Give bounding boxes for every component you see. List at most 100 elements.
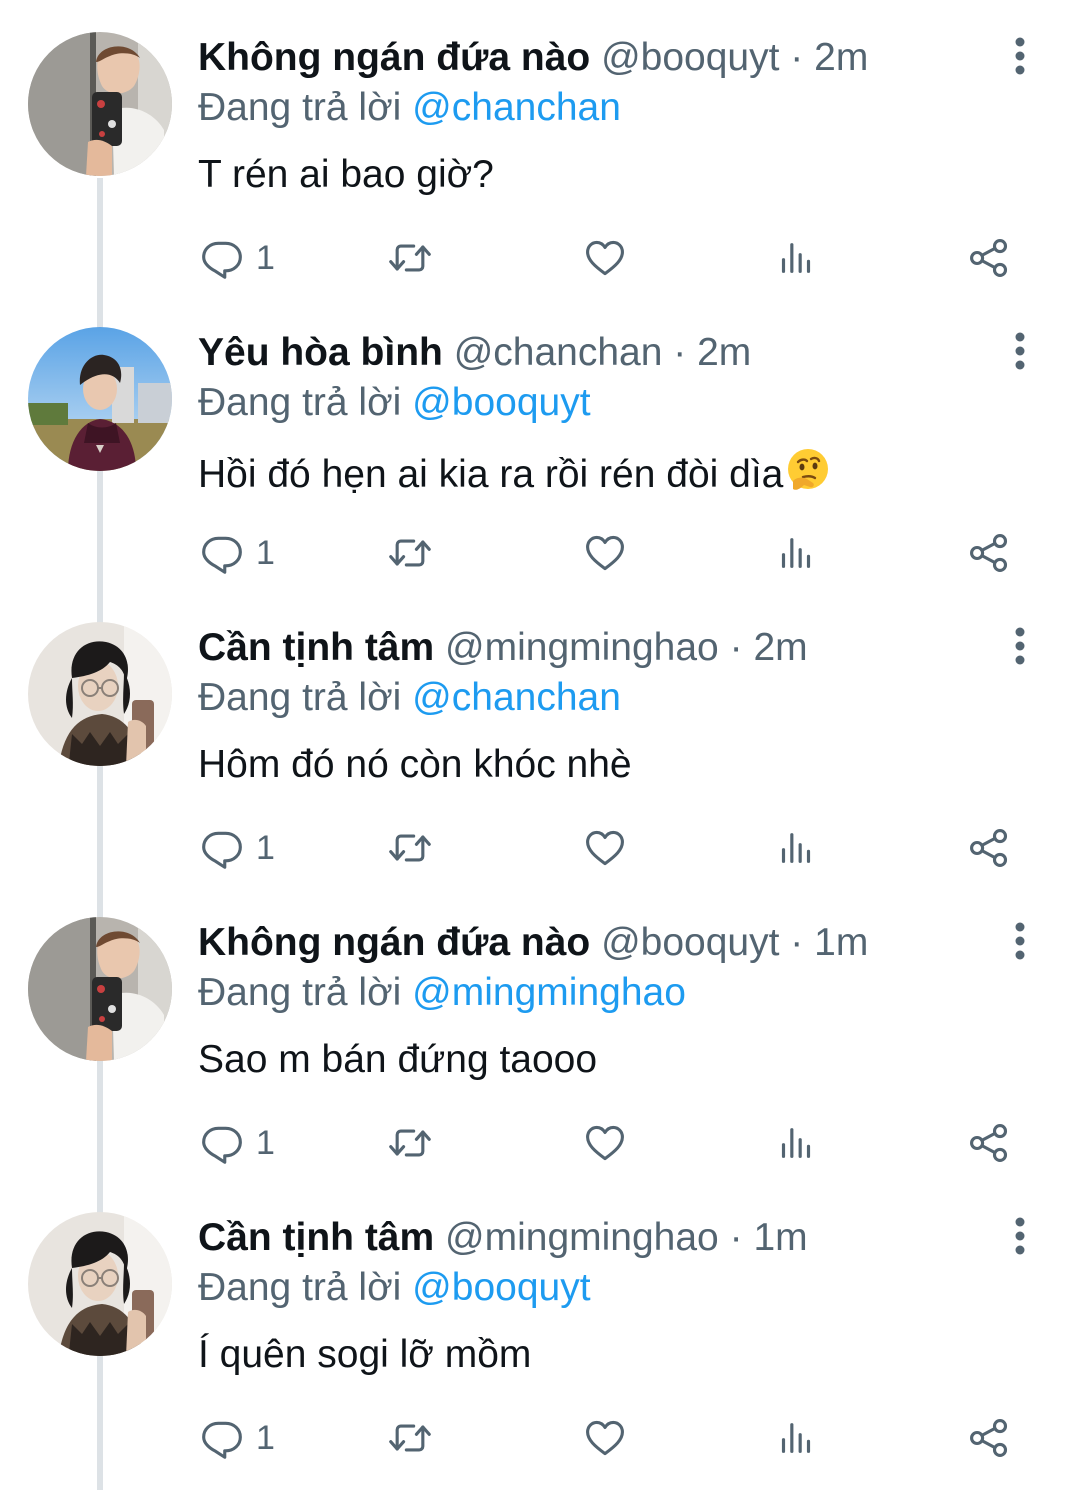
tweet-text: Hồi đó hẹn ai kia ra rồi rén đòi dìa xyxy=(198,447,831,498)
avatar[interactable] xyxy=(28,917,172,1061)
retweet-button[interactable] xyxy=(386,531,434,575)
replying-to: Đang trả lời @booquyt xyxy=(198,381,591,425)
avatar[interactable] xyxy=(28,32,172,176)
share-button[interactable] xyxy=(966,826,1012,870)
share-icon xyxy=(966,1416,1012,1460)
reply-count: 1 xyxy=(256,829,275,867)
replying-to-label: Đang trả lời xyxy=(198,381,402,424)
username[interactable]: @mingminghao xyxy=(445,626,719,669)
reply-button[interactable]: 1 xyxy=(200,1121,275,1165)
reply-button[interactable]: 1 xyxy=(200,236,275,280)
thinking-face-emoji xyxy=(785,447,831,493)
timestamp[interactable]: 2m xyxy=(814,36,868,79)
tweet-text-content: Í quên sogi lỡ mồm xyxy=(198,1333,532,1376)
tweet[interactable]: Cần tịnh tâm @mingminghao · 1m Đang trả … xyxy=(0,1180,1080,1475)
like-icon xyxy=(582,1416,628,1460)
views-button[interactable] xyxy=(776,531,816,575)
retweet-button[interactable] xyxy=(386,1121,434,1165)
separator-dot: · xyxy=(790,36,804,79)
username[interactable]: @chanchan xyxy=(454,331,663,374)
tweet-text: Hôm đó nó còn khóc nhè xyxy=(198,742,632,788)
like-button[interactable] xyxy=(582,826,628,870)
like-button[interactable] xyxy=(582,1121,628,1165)
views-icon xyxy=(776,1416,816,1460)
username[interactable]: @mingminghao xyxy=(445,1216,719,1259)
like-button[interactable] xyxy=(582,531,628,575)
tweet[interactable]: Cần tịnh tâm @mingminghao · 2m Đang trả … xyxy=(0,590,1080,885)
display-name[interactable]: Không ngán đứa nào xyxy=(198,36,590,79)
retweet-button[interactable] xyxy=(386,1416,434,1460)
mention-link[interactable]: @chanchan xyxy=(412,676,621,719)
more-icon[interactable] xyxy=(1002,1216,1038,1256)
tweet[interactable]: Không ngán đứa nào @booquyt · 2m Đang tr… xyxy=(0,0,1080,295)
share-button[interactable] xyxy=(966,1416,1012,1460)
avatar[interactable] xyxy=(28,327,172,471)
display-name[interactable]: Cần tịnh tâm xyxy=(198,1216,434,1259)
avatar[interactable] xyxy=(28,1212,172,1356)
retweet-icon xyxy=(386,1416,434,1460)
reply-count: 1 xyxy=(256,534,275,572)
timestamp[interactable]: 2m xyxy=(697,331,751,374)
like-icon xyxy=(582,531,628,575)
timestamp[interactable]: 1m xyxy=(753,1216,807,1259)
tweet-header: Không ngán đứa nào @booquyt · 1m xyxy=(198,921,868,965)
tweet-text-content: Hồi đó hẹn ai kia ra rồi rén đòi dìa xyxy=(198,453,784,496)
tweet[interactable]: Yêu hòa bình @chanchan · 2m Đang trả lời… xyxy=(0,295,1080,590)
username[interactable]: @booquyt xyxy=(601,921,779,964)
replying-to-label: Đang trả lời xyxy=(198,1266,402,1309)
share-icon xyxy=(966,531,1012,575)
share-button[interactable] xyxy=(966,236,1012,280)
tweet-header: Cần tịnh tâm @mingminghao · 2m xyxy=(198,626,808,670)
share-button[interactable] xyxy=(966,531,1012,575)
tweet-text-content: Sao m bán đứng taooo xyxy=(198,1038,598,1081)
replying-to: Đang trả lời @chanchan xyxy=(198,86,621,130)
retweet-icon xyxy=(386,531,434,575)
more-icon[interactable] xyxy=(1002,36,1038,76)
views-button[interactable] xyxy=(776,1416,816,1460)
reply-icon xyxy=(200,236,244,280)
mention-link[interactable]: @booquyt xyxy=(412,1266,590,1309)
more-icon[interactable] xyxy=(1002,331,1038,371)
display-name[interactable]: Cần tịnh tâm xyxy=(198,626,434,669)
more-icon[interactable] xyxy=(1002,626,1038,666)
tweet-header: Cần tịnh tâm @mingminghao · 1m xyxy=(198,1216,808,1260)
replying-to: Đang trả lời @mingminghao xyxy=(198,971,686,1015)
tweet-text: Í quên sogi lỡ mồm xyxy=(198,1332,531,1378)
views-button[interactable] xyxy=(776,236,816,280)
share-icon xyxy=(966,236,1012,280)
retweet-button[interactable] xyxy=(386,236,434,280)
mention-link[interactable]: @chanchan xyxy=(412,86,621,129)
mention-link[interactable]: @booquyt xyxy=(412,381,590,424)
views-button[interactable] xyxy=(776,1121,816,1165)
display-name[interactable]: Không ngán đứa nào xyxy=(198,921,590,964)
tweet[interactable]: Không ngán đứa nào @booquyt · 1m Đang tr… xyxy=(0,885,1080,1180)
avatar[interactable] xyxy=(28,622,172,766)
like-button[interactable] xyxy=(582,1416,628,1460)
replying-to-label: Đang trả lời xyxy=(198,971,402,1014)
username[interactable]: @booquyt xyxy=(601,36,779,79)
share-button[interactable] xyxy=(966,1121,1012,1165)
more-icon[interactable] xyxy=(1002,921,1038,961)
share-icon xyxy=(966,826,1012,870)
action-bar: 1 xyxy=(198,236,1028,280)
replying-to-label: Đang trả lời xyxy=(198,86,402,129)
reply-button[interactable]: 1 xyxy=(200,531,275,575)
reply-button[interactable]: 1 xyxy=(200,826,275,870)
separator-dot: · xyxy=(729,626,743,669)
views-icon xyxy=(776,531,816,575)
views-button[interactable] xyxy=(776,826,816,870)
mention-link[interactable]: @mingminghao xyxy=(412,971,686,1014)
like-button[interactable] xyxy=(582,236,628,280)
action-bar: 1 xyxy=(198,531,1028,575)
separator-dot: · xyxy=(790,921,804,964)
replying-to-label: Đang trả lời xyxy=(198,676,402,719)
display-name[interactable]: Yêu hòa bình xyxy=(198,331,443,374)
like-icon xyxy=(582,826,628,870)
tweet-text: Sao m bán đứng taooo xyxy=(198,1037,597,1083)
retweet-button[interactable] xyxy=(386,826,434,870)
retweet-icon xyxy=(386,1121,434,1165)
timestamp[interactable]: 2m xyxy=(753,626,807,669)
reply-button[interactable]: 1 xyxy=(200,1416,275,1460)
timestamp[interactable]: 1m xyxy=(814,921,868,964)
tweet-header: Không ngán đứa nào @booquyt · 2m xyxy=(198,36,868,80)
